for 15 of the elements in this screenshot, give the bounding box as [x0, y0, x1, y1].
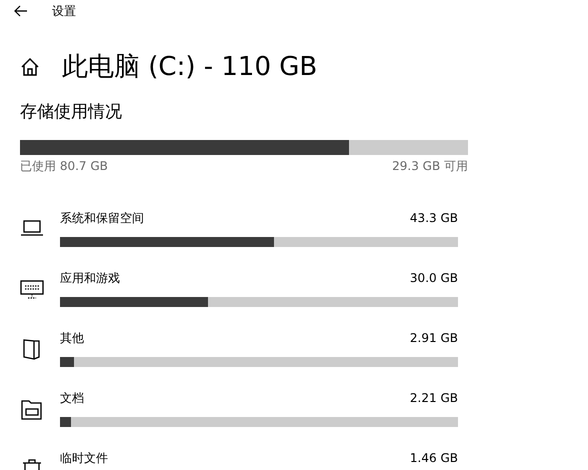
category-name[interactable]: 临时文件	[60, 448, 108, 466]
page-title: 此电脑 (C:) - 110 GB	[62, 50, 318, 84]
category-size: 2.21 GB	[410, 390, 458, 406]
category-name[interactable]: 应用和游戏	[60, 268, 120, 286]
category-name[interactable]: 系统和保留空间	[60, 208, 144, 226]
category-size: 30.0 GB	[410, 270, 458, 286]
section-heading: 存储使用情况	[20, 101, 123, 124]
window-title: 设置	[52, 3, 76, 20]
category-size: 43.3 GB	[410, 210, 458, 226]
used-label: 已使用 80.7 GB	[20, 158, 108, 174]
category-size: 2.91 GB	[410, 330, 458, 346]
category-name[interactable]: 文档	[60, 388, 84, 406]
free-label: 29.3 GB 可用	[392, 158, 468, 174]
category-name[interactable]: 其他	[60, 328, 84, 346]
category-size: 1.46 GB	[410, 450, 458, 466]
